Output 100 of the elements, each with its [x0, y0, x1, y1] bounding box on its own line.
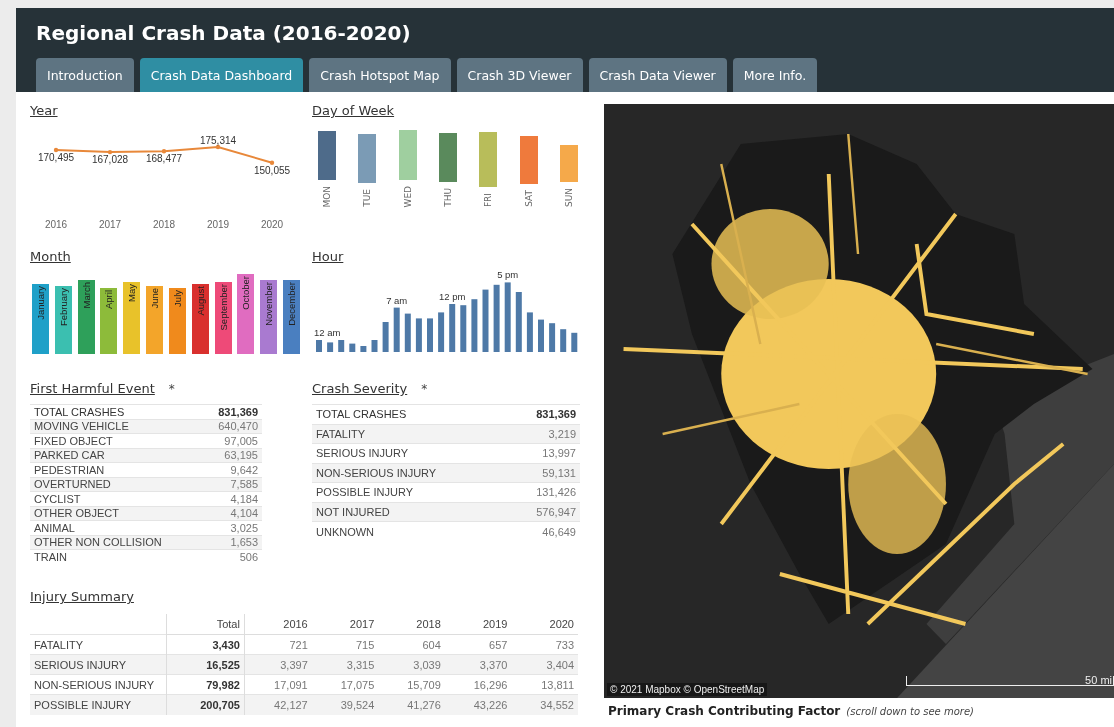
column-header: 2017 [311, 614, 379, 635]
axis-label: 2018 [152, 219, 176, 230]
table-title: First Harmful Event [30, 380, 155, 398]
axis-label: MON [322, 185, 332, 208]
row-label: FIXED OBJECT [30, 433, 202, 448]
table-cell: 34,552 [511, 694, 578, 715]
table-cell: 15,709 [378, 674, 445, 695]
bar-label: December [285, 282, 297, 326]
table-cell: 9,642 [201, 462, 262, 477]
table-cell: 3,397 [244, 654, 312, 675]
map-attribution: © 2021 Mapbox © OpenStreetMap [607, 683, 768, 696]
row-label: OTHER OBJECT [30, 506, 202, 521]
bar-annotation: 12 pm [439, 291, 466, 302]
row-label: FATALITY [30, 634, 167, 655]
bar [338, 340, 345, 352]
row-label: TOTAL CRASHES [30, 404, 202, 419]
axis-label: FRI [483, 193, 494, 208]
bar-annotation: 12 am [314, 327, 341, 338]
bar [493, 284, 500, 352]
bar-label: June [149, 288, 161, 309]
axis-label: SUN [563, 188, 574, 208]
row-label: TOTAL CRASHES [312, 404, 508, 424]
table-cell: 831,369 [507, 404, 580, 424]
tab[interactable]: More Info. [732, 58, 818, 92]
row-label: TRAIN [30, 549, 202, 564]
table-cell: 3,370 [444, 654, 512, 675]
table-cell: 46,649 [507, 521, 580, 541]
bar-label: April [103, 290, 115, 309]
table-cell: 3,219 [507, 424, 580, 444]
bar [460, 305, 467, 352]
axis-label: 2017 [98, 219, 122, 230]
row-label: POSSIBLE INJURY [312, 482, 508, 502]
table-cell: 4,184 [201, 491, 262, 506]
axis-label: 2016 [44, 219, 68, 230]
tab[interactable]: Crash Data Viewer [588, 58, 727, 92]
chart-title: Day of Week [312, 102, 395, 120]
tab[interactable]: Introduction [36, 58, 134, 92]
table-cell: 4,104 [201, 506, 262, 521]
tab[interactable]: Crash Data Dashboard [139, 58, 304, 92]
bar [427, 318, 433, 352]
row-label: CYCLIST [30, 491, 202, 506]
section-title: Primary Crash Contributing Factor [608, 704, 841, 718]
column-header: Total [166, 614, 245, 635]
table-cell: 43,226 [444, 694, 512, 715]
bar-annotation: 7 am [386, 294, 408, 306]
row-label: OVERTURNED [30, 477, 202, 492]
bar-label: August [194, 286, 206, 316]
table-cell: 42,127 [244, 694, 312, 715]
table-cell: 59,131 [507, 463, 580, 483]
column-header: 2020 [511, 614, 578, 635]
bar [571, 332, 578, 352]
bar [360, 346, 367, 352]
data-point [107, 149, 113, 155]
footnote-mark: * [168, 382, 175, 396]
table-cell: 13,811 [511, 674, 578, 695]
axis-label: THU [443, 188, 453, 208]
table-title: Crash Severity [312, 380, 408, 398]
bar [438, 312, 445, 352]
tab[interactable]: Crash Hotspot Map [309, 58, 451, 92]
table-cell: 506 [201, 549, 262, 564]
axis-label: SAT [523, 190, 534, 208]
row-label: POSSIBLE INJURY [30, 694, 167, 715]
table-cell: 7,585 [201, 477, 262, 492]
table-cell: 733 [511, 634, 578, 655]
bar [449, 304, 456, 352]
bar [371, 340, 378, 352]
bar-label: January [35, 286, 46, 320]
table-cell: 831,369 [201, 404, 262, 419]
bar-annotation: 5 pm [497, 269, 519, 281]
row-label: NON-SERIOUS INJURY [312, 463, 508, 483]
section-hint: (scroll down to see more) [846, 706, 974, 717]
table-cell: 16,296 [444, 674, 512, 695]
table-cell: 63,195 [201, 448, 262, 463]
row-label: MOVING VEHICLE [30, 419, 202, 434]
table-cell: 17,091 [244, 674, 312, 695]
row-label: NON-SERIOUS INJURY [30, 674, 167, 695]
table-cell: 39,524 [311, 694, 379, 715]
bar [382, 322, 389, 352]
chart-title: Hour [312, 248, 344, 266]
table-cell: 41,276 [378, 694, 445, 715]
data-point [269, 160, 275, 165]
row-label: SERIOUS INJURY [30, 654, 167, 675]
scale-label: 50 mi [1085, 674, 1112, 686]
bar [316, 340, 322, 352]
table-title: Injury Summary [30, 588, 134, 606]
table-cell: 3,025 [201, 520, 262, 535]
data-label: 170,495 [37, 151, 75, 163]
column-header: 2018 [378, 614, 445, 635]
data-point [161, 149, 167, 154]
bar-label: July [171, 290, 183, 307]
row-label: UNKNOWN [312, 521, 508, 541]
dashboard-title: Regional Crash Data (2016-2020) [36, 20, 412, 46]
chart-title: Year [30, 102, 58, 120]
bar [327, 342, 334, 352]
table-cell: 3,404 [511, 654, 578, 675]
data-point [53, 147, 59, 153]
table-cell: 17,075 [311, 674, 379, 695]
tab[interactable]: Crash 3D Viewer [456, 58, 583, 92]
bar [404, 313, 411, 352]
column-header: 2016 [244, 614, 312, 635]
